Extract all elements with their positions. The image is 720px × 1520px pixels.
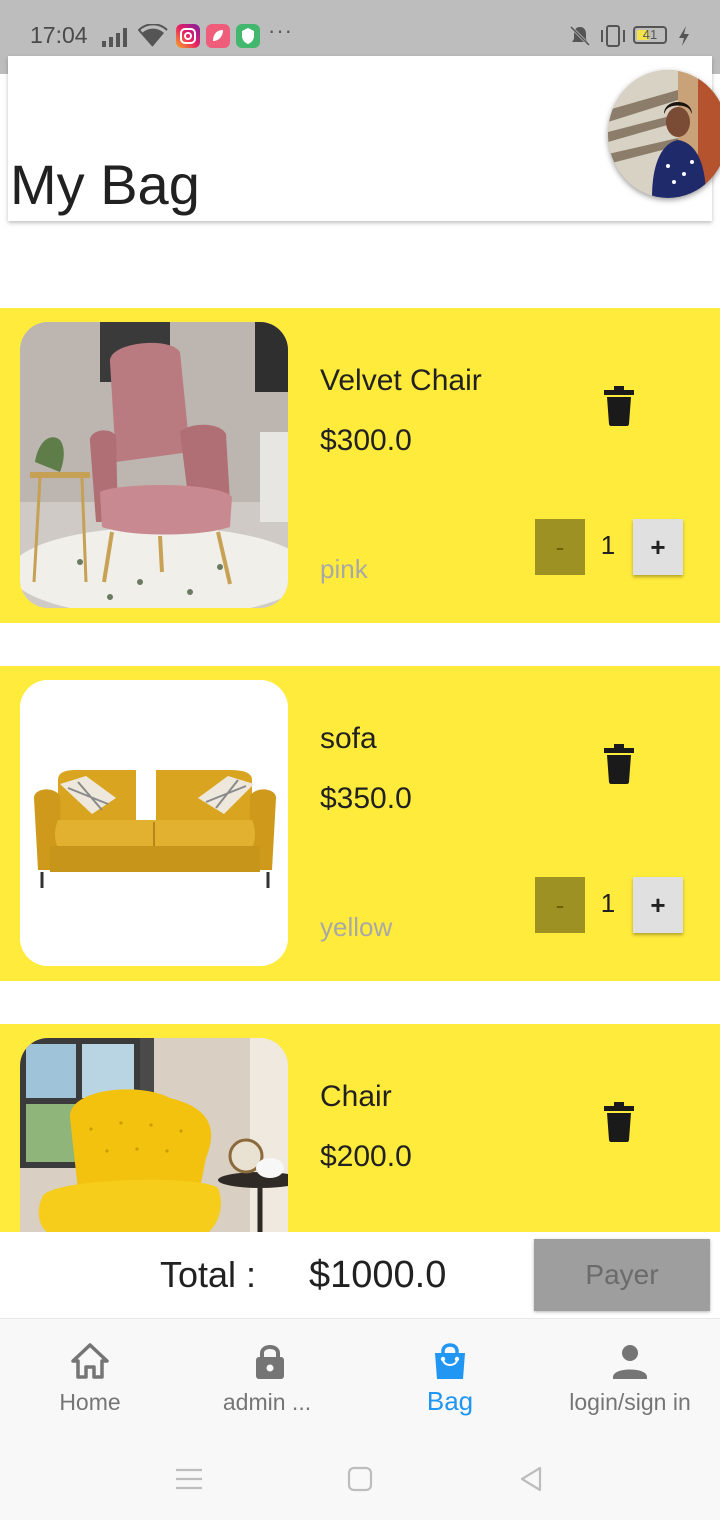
profile-avatar[interactable] [608,70,720,198]
item-price: $300.0 [320,424,412,457]
item-name: Chair [320,1080,392,1113]
instagram-icon [176,24,200,48]
home-square-icon[interactable] [345,1464,375,1494]
decrease-quantity-button[interactable]: - [535,877,585,933]
nav-item-bag[interactable]: Bag [360,1319,540,1439]
item-price: $350.0 [320,782,412,815]
menu-icon[interactable] [174,1464,204,1494]
product-image [20,322,288,608]
bottom-navigation: Home admin ... Bag login/sign in [0,1318,720,1439]
cart-item: sofa $350.0 yellow - 1 + [0,666,720,981]
nav-item-login[interactable]: login/sign in [540,1319,720,1439]
nav-label: login/sign in [569,1389,691,1415]
nav-item-home[interactable]: Home [0,1319,180,1439]
item-color: yellow [320,912,393,942]
pay-button[interactable]: Payer [534,1239,710,1311]
decrease-quantity-button[interactable]: - [535,519,585,575]
wifi-icon [138,24,168,47]
cart-item: Velvet Chair $300.0 pink - 1 + [0,308,720,623]
item-name: sofa [320,722,377,755]
quantity-value: 1 [600,530,616,560]
delete-icon[interactable] [604,744,634,784]
item-color: pink [320,554,368,584]
nav-item-admin[interactable]: admin ... [180,1319,360,1439]
home-icon [71,1343,109,1379]
increase-quantity-button[interactable]: + [633,877,683,933]
total-bar: Total : $1000.0 Payer [0,1232,720,1318]
item-name: Velvet Chair [320,364,482,397]
total-value: $1000.0 [309,1254,447,1296]
product-image [20,680,288,966]
delete-icon[interactable] [604,386,634,426]
more-notifications: ··· [268,18,293,43]
vibrate-icon [601,25,625,47]
page-title: My Bag [10,153,200,216]
system-navigation-bar [0,1438,720,1520]
person-icon [613,1345,647,1379]
nav-label: admin ... [222,1389,312,1415]
charging-icon [679,26,689,46]
cart-item: Chair $200.0 [0,1024,720,1232]
app-notification-icon [206,24,230,48]
nav-label: Home [59,1389,121,1415]
app-bar: My Bag [8,56,712,221]
quantity-value: 1 [600,888,616,918]
mute-bell-icon [569,25,591,47]
delete-icon[interactable] [604,1102,634,1142]
status-time: 17:04 [30,22,88,48]
lock-icon [256,1345,284,1379]
shopping-bag-icon [435,1343,465,1379]
increase-quantity-button[interactable]: + [633,519,683,575]
shield-app-icon [236,24,260,48]
back-icon[interactable] [516,1464,546,1494]
signal-icon [102,28,127,47]
item-price: $200.0 [320,1140,412,1173]
nav-label: Bag [426,1386,474,1416]
battery-icon: 41 [633,26,667,44]
product-image [20,1038,288,1232]
battery-level: 41 [642,27,658,42]
total-label: Total : [160,1254,257,1295]
